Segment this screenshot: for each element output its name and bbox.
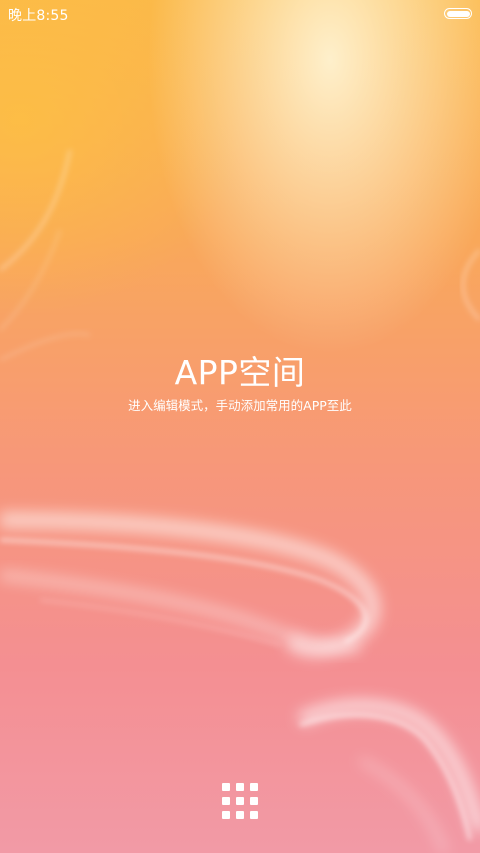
battery-icon [444,8,472,19]
grid-dot [222,797,230,805]
grid-dot [222,811,230,819]
grid-dot [236,797,244,805]
grid-dot [250,797,258,805]
home-screen: 晚上8:55 APP空间 进入编辑模式，手动添加常用的APP至此 [0,0,480,853]
app-space-hint: 进入编辑模式，手动添加常用的APP至此 [128,398,352,413]
grid-dot [222,783,230,791]
grid-dot [250,783,258,791]
grid-dot [250,811,258,819]
app-space-title: APP空间 [174,353,306,392]
status-bar: 晚上8:55 [0,0,480,28]
grid-icon[interactable] [222,783,258,819]
wallpaper-swirls [0,149,480,853]
grid-dot [236,811,244,819]
battery-level-fill [446,10,470,17]
status-time: 晚上8:55 [8,8,69,24]
grid-dot [236,783,244,791]
